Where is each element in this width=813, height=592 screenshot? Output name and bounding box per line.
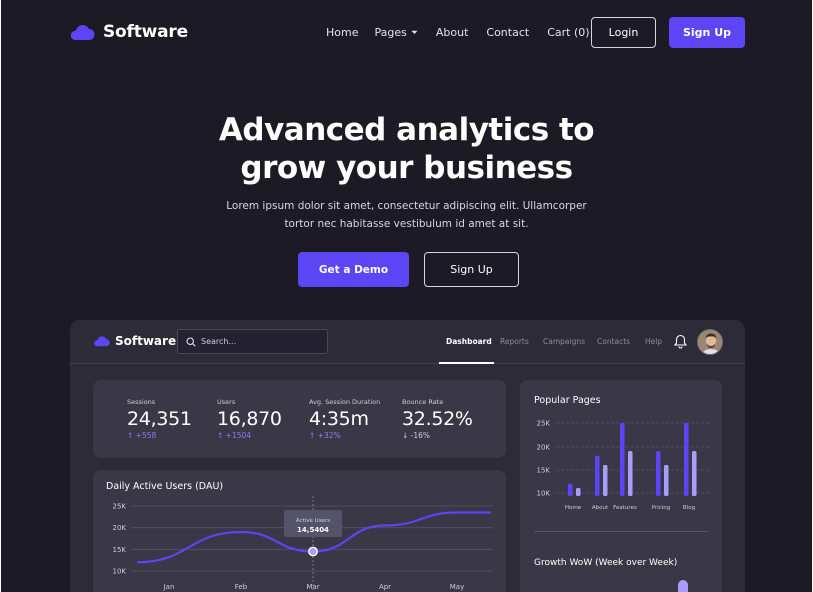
user-photo-icon (698, 330, 722, 354)
stat-change: ↑ +558 (127, 431, 157, 440)
menu-item-cart[interactable]: Cart (0) (547, 26, 589, 39)
bar (656, 451, 661, 496)
growth-title: Growth WoW (Week over Week) (534, 558, 678, 568)
menu-item-home[interactable]: Home (326, 26, 358, 39)
active-tab-indicator (439, 362, 494, 364)
stat-sessions: Sessions 24,351 ↑ +558 (127, 398, 192, 440)
menu-item-contact[interactable]: Contact (486, 26, 529, 39)
stat-users: Users 16,870 ↑ +1504 (217, 398, 282, 440)
stat-value: 16,870 (217, 408, 282, 430)
cloud-icon (94, 336, 110, 347)
hero-title: Advanced analytics to grow your business (1, 111, 812, 187)
dashboard-header: Software Dashboard Reports Campaigns Con… (70, 320, 745, 364)
x-tick-label: Blog (683, 505, 695, 511)
hero-subtitle-line: tortor nec habitasse vestibulum id amet … (284, 218, 529, 230)
y-tick-label: 25K (113, 503, 127, 511)
brand-logo[interactable]: Software (69, 22, 188, 42)
y-tick-label: 10K (113, 568, 127, 576)
stat-bounce-rate: Bounce Rate 32.52% ↓ -16% (402, 398, 473, 440)
stat-value: 24,351 (127, 408, 192, 430)
highlight-point (308, 546, 318, 557)
y-tick-label: 15K (537, 467, 551, 475)
hero-signup-button[interactable]: Sign Up (424, 252, 519, 287)
stat-label: Avg. Session Duration (309, 398, 381, 406)
stat-value: 32.52% (402, 408, 473, 430)
bar (620, 423, 625, 496)
signup-button[interactable]: Sign Up (669, 17, 745, 48)
menu-item-about[interactable]: About (436, 26, 469, 39)
tab-reports[interactable]: Reports (500, 337, 529, 346)
popular-pages-card: Popular Pages 25K 20K 15K 10K Home About Featu… (520, 380, 722, 592)
dashboard-brand-name: Software (115, 334, 177, 348)
popular-pages-bar-chart: 25K 20K 15K 10K Home About Features Pricing Blog (537, 420, 710, 511)
bar (692, 451, 697, 496)
bell-icon[interactable] (674, 334, 687, 349)
x-tick-label: Pricing (652, 505, 671, 511)
bar (628, 451, 633, 496)
dau-chart-card: Daily Active Users (DAU) 25K 20K 15K 10K Jan… (93, 470, 506, 592)
hero-subtitle: Lorem ipsum dolor sit amet, consectetur … (1, 197, 812, 233)
dashboard-preview: Software Dashboard Reports Campaigns Con… (70, 320, 745, 592)
x-tick-label: Features (613, 505, 637, 511)
bar (664, 465, 669, 496)
stat-change: ↑ +1504 (217, 431, 252, 440)
stats-card: Sessions 24,351 ↑ +558 Users 16,870 ↑ +1… (93, 380, 506, 458)
hero-title-line: grow your business (240, 150, 573, 186)
x-tick-label: Apr (379, 583, 391, 591)
tooltip-label: Active Users (296, 518, 330, 524)
tooltip-value: 14,5404 (297, 526, 329, 534)
login-button[interactable]: Login (591, 17, 656, 48)
stat-label: Users (217, 398, 236, 406)
y-tick-label: 10K (537, 490, 551, 498)
stat-label: Sessions (127, 398, 156, 406)
search-input[interactable] (201, 337, 321, 346)
y-tick-label: 20K (113, 524, 127, 532)
dashboard-search[interactable] (177, 329, 328, 354)
hero-title-line: Advanced analytics to (218, 112, 595, 148)
dau-line-chart: 25K20K15K10KJan Feb Mar Apr MayActive Users1… (113, 496, 493, 592)
bar (603, 465, 608, 496)
y-tick-label: 25K (537, 420, 551, 428)
get-demo-button[interactable]: Get a Demo (298, 252, 409, 287)
tab-contacts[interactable]: Contacts (597, 337, 630, 346)
tab-dashboard[interactable]: Dashboard (446, 337, 492, 346)
menu-item-pages-label: Pages (374, 26, 407, 39)
x-tick-label: Feb (235, 583, 248, 591)
hero-subtitle-line: Lorem ipsum dolor sit amet, consectetur … (226, 200, 587, 212)
bar (576, 488, 581, 496)
stat-change: ↓ -16% (402, 431, 431, 440)
brand-name: Software (103, 22, 188, 42)
bar (595, 455, 600, 496)
bar (568, 483, 573, 496)
growth-bar (678, 580, 688, 592)
landing-page: Software Home Pages About Contact Cart (… (1, 0, 812, 592)
stat-change: ↑ +32% (309, 431, 341, 440)
search-icon (186, 336, 196, 347)
dashboard-logo[interactable]: Software (93, 334, 176, 348)
top-nav: Software Home Pages About Contact Cart (… (1, 0, 812, 66)
caret-down-icon (411, 30, 418, 34)
avatar[interactable] (697, 329, 723, 355)
card-divider (534, 531, 708, 532)
x-tick-label: Home (565, 505, 582, 511)
stat-avg-session-duration: Avg. Session Duration 4:35m ↑ +32% (309, 398, 380, 440)
stat-value: 4:35m (309, 408, 369, 430)
tab-campaigns[interactable]: Campaigns (543, 337, 585, 346)
menu-item-pages[interactable]: Pages (374, 26, 418, 39)
x-tick-label: Jan (163, 583, 175, 591)
stat-label: Bounce Rate (402, 398, 444, 406)
x-tick-label: About (592, 505, 609, 511)
x-tick-label: May (450, 583, 464, 591)
y-tick-label: 15K (113, 546, 127, 554)
bar (684, 423, 689, 496)
cloud-icon (70, 25, 95, 40)
y-tick-label: 20K (537, 444, 551, 452)
tab-help[interactable]: Help (645, 337, 662, 346)
main-menu: Home Pages About Contact Cart (0) (326, 26, 590, 39)
